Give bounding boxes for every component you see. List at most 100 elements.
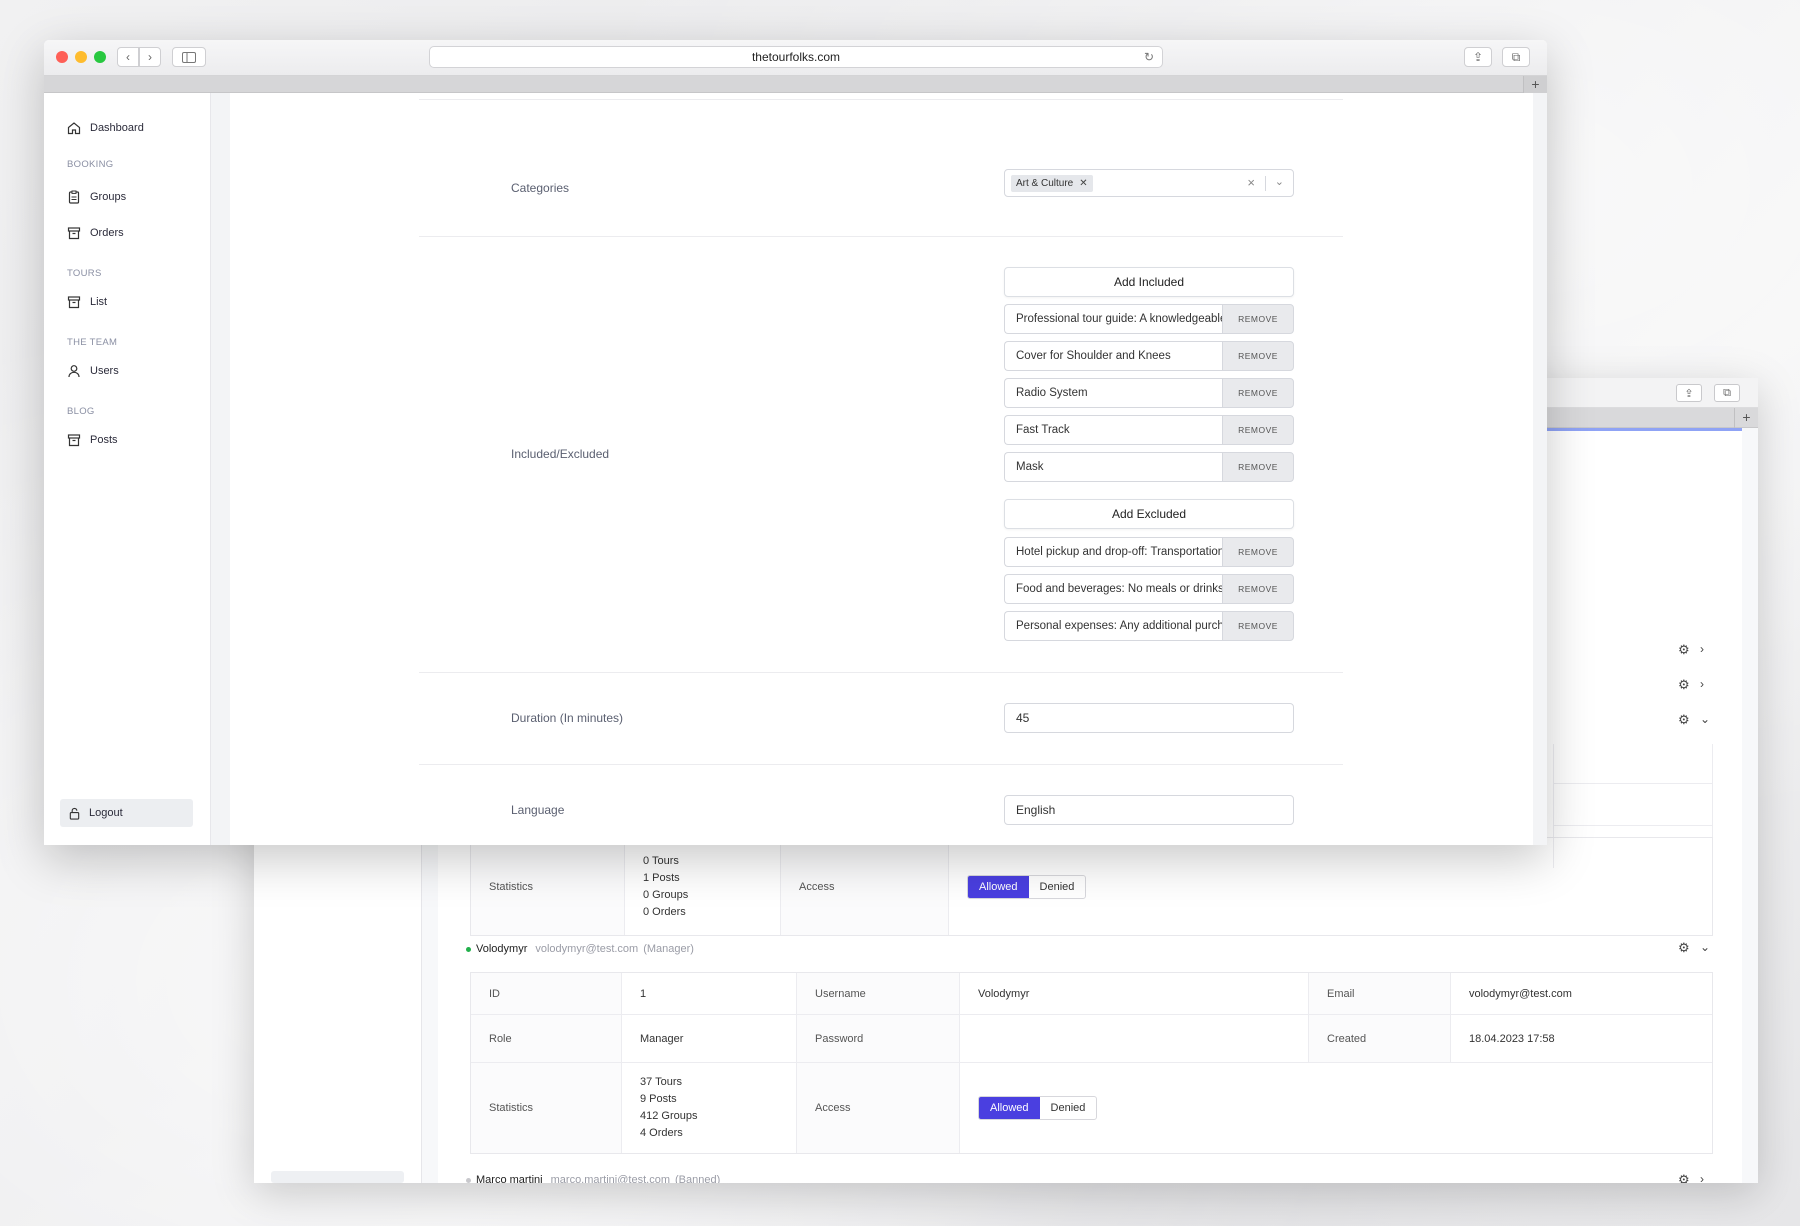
user-role-tag: (Banned) (674, 1174, 721, 1183)
password-value (960, 1015, 1309, 1062)
forward-arrow-icon[interactable]: › (139, 47, 161, 67)
close-window-icon[interactable] (56, 51, 68, 63)
included-input[interactable]: Mask (1004, 452, 1222, 482)
gear-icon[interactable]: ⚙ (1678, 940, 1690, 956)
duration-wrap: 45 (1004, 703, 1294, 733)
chevron-down-icon[interactable]: ⌄ (1700, 940, 1710, 954)
sidebar-section-tours: TOURS (67, 268, 102, 279)
stat-groups: 0 Groups (643, 888, 689, 901)
remove-button[interactable]: REMOVE (1222, 304, 1294, 334)
chevron-right-icon[interactable]: › (1700, 1172, 1704, 1183)
remove-button[interactable]: REMOVE (1222, 415, 1294, 445)
maximize-window-icon[interactable] (94, 51, 106, 63)
gear-icon[interactable]: ⚙ (1678, 712, 1690, 728)
prev-user-stats-row: Statistics 0 Tours 1 Posts 0 Groups 0 Or… (470, 837, 1713, 936)
new-tab-plus-icon[interactable]: + (1734, 408, 1758, 428)
remove-button[interactable]: REMOVE (1222, 341, 1294, 371)
clear-icon[interactable]: × (1247, 175, 1255, 190)
chip-label: Art & Culture (1016, 177, 1074, 189)
remove-button[interactable]: REMOVE (1222, 611, 1294, 641)
excluded-input[interactable]: Personal expenses: Any additional purcha… (1004, 611, 1222, 641)
sidebar: Dashboard BOOKING Groups Orders TOURS Li… (44, 93, 211, 845)
archive-icon (67, 434, 81, 447)
denied-button[interactable]: Denied (1029, 876, 1086, 898)
user-icon (68, 365, 80, 378)
sidebar-item-posts[interactable]: Posts (67, 433, 118, 447)
status-dot (466, 1177, 471, 1183)
sidebar-section-blog: BLOG (67, 406, 95, 417)
back-arrow-icon[interactable]: ‹ (117, 47, 139, 67)
duration-input[interactable]: 45 (1004, 703, 1294, 733)
excluded-row: Hotel pickup and drop-off: Transportatio… (1004, 537, 1294, 567)
gear-icon[interactable]: ⚙ (1678, 642, 1690, 658)
add-included-button[interactable]: Add Included (1004, 267, 1294, 297)
sidebar-item-list[interactable]: List (67, 295, 107, 309)
sidebar-section-booking: BOOKING (67, 159, 114, 170)
back-logout-button[interactable] (271, 1171, 404, 1183)
sidebar-item-label: Posts (90, 434, 118, 446)
remove-button[interactable]: REMOVE (1222, 452, 1294, 482)
remove-button[interactable]: REMOVE (1222, 574, 1294, 604)
tour-edit-form: Categories Art & Culture ✕ × ⌄ Included/… (230, 93, 1533, 845)
archive-icon (67, 227, 81, 240)
allowed-button[interactable]: Allowed (968, 875, 1029, 898)
chevron-right-icon[interactable]: › (1700, 677, 1704, 691)
logout-label: Logout (89, 807, 123, 819)
share-icon[interactable]: ⇪ (1676, 384, 1702, 402)
language-label: Language (511, 803, 565, 817)
tabs-overview-icon[interactable]: ⧉ (1502, 47, 1530, 67)
stat-orders: 0 Orders (643, 905, 686, 918)
password-label: Password (797, 1015, 960, 1062)
sidebar-item-users[interactable]: Users (67, 364, 119, 378)
gear-icon[interactable]: ⚙ (1678, 677, 1690, 693)
add-excluded-button[interactable]: Add Excluded (1004, 499, 1294, 529)
included-input[interactable]: Professional tour guide: A knowledgeable… (1004, 304, 1222, 334)
stat-posts: 1 Posts (643, 871, 680, 884)
sidebar-item-dashboard[interactable]: Dashboard (67, 121, 144, 135)
language-input[interactable]: English (1004, 795, 1294, 825)
new-tab-plus-icon[interactable]: + (1523, 76, 1547, 93)
chevron-down-icon[interactable]: ⌄ (1275, 175, 1284, 188)
prev-user-stats: 0 Tours 1 Posts 0 Groups 0 Orders (625, 838, 781, 935)
access-label: Access (797, 1063, 960, 1153)
tabs-icon[interactable]: ⧉ (1714, 384, 1740, 402)
sidebar-toggle-icon[interactable] (172, 47, 206, 67)
excluded-input[interactable]: Food and beverages: No meals or drinks (1004, 574, 1222, 604)
remove-button[interactable]: REMOVE (1222, 537, 1294, 567)
user-name: Marco martini (476, 1174, 543, 1183)
chip-remove-icon[interactable]: ✕ (1079, 178, 1087, 189)
user-header[interactable]: Volodymyr volodymyr@test.com (Manager) (466, 943, 694, 955)
user-stats: 37 Tours 9 Posts 412 Groups 4 Orders (622, 1063, 797, 1153)
created-value: 18.04.2023 17:58 (1469, 1032, 1555, 1045)
included-input[interactable]: Fast Track (1004, 415, 1222, 445)
user-email: marco.martini@test.com (550, 1174, 670, 1183)
reload-icon[interactable]: ↻ (1144, 47, 1154, 67)
excluded-row: Food and beverages: No meals or drinks R… (1004, 574, 1294, 604)
front-browser-window: ‹ › thetourfolks.com ↻ ⇪ ⧉ + Dashboard B… (44, 40, 1547, 845)
share-icon[interactable]: ⇪ (1464, 47, 1492, 67)
stat-groups: 412 Groups (640, 1110, 698, 1122)
minimize-window-icon[interactable] (75, 51, 87, 63)
logout-button[interactable]: Logout (60, 799, 193, 827)
denied-button[interactable]: Denied (1040, 1097, 1097, 1119)
chevron-right-icon[interactable]: › (1700, 642, 1704, 656)
included-row: Mask REMOVE (1004, 452, 1294, 482)
categories-select-wrap: Art & Culture ✕ × ⌄ (1004, 169, 1294, 197)
categories-select[interactable]: Art & Culture ✕ × ⌄ (1004, 169, 1294, 197)
sidebar-item-orders[interactable]: Orders (67, 226, 124, 240)
lock-icon (69, 807, 80, 820)
user-email: volodymyr@test.com (535, 943, 639, 955)
sidebar-item-groups[interactable]: Groups (67, 190, 126, 204)
excluded-input[interactable]: Hotel pickup and drop-off: Transportatio… (1004, 537, 1222, 567)
sidebar-section-team: THE TEAM (67, 337, 118, 348)
gear-icon[interactable]: ⚙ (1678, 1172, 1690, 1183)
next-user-header[interactable]: Marco martini marco.martini@test.com (Ba… (466, 1174, 720, 1183)
chevron-down-icon[interactable]: ⌄ (1700, 712, 1710, 726)
included-input[interactable]: Radio System (1004, 378, 1222, 408)
included-input[interactable]: Cover for Shoulder and Knees (1004, 341, 1222, 371)
remove-button[interactable]: REMOVE (1222, 378, 1294, 408)
url-bar[interactable]: thetourfolks.com ↻ (429, 46, 1163, 68)
divider (419, 764, 1343, 765)
sidebar-item-label: Groups (90, 191, 127, 203)
allowed-button[interactable]: Allowed (979, 1097, 1040, 1119)
